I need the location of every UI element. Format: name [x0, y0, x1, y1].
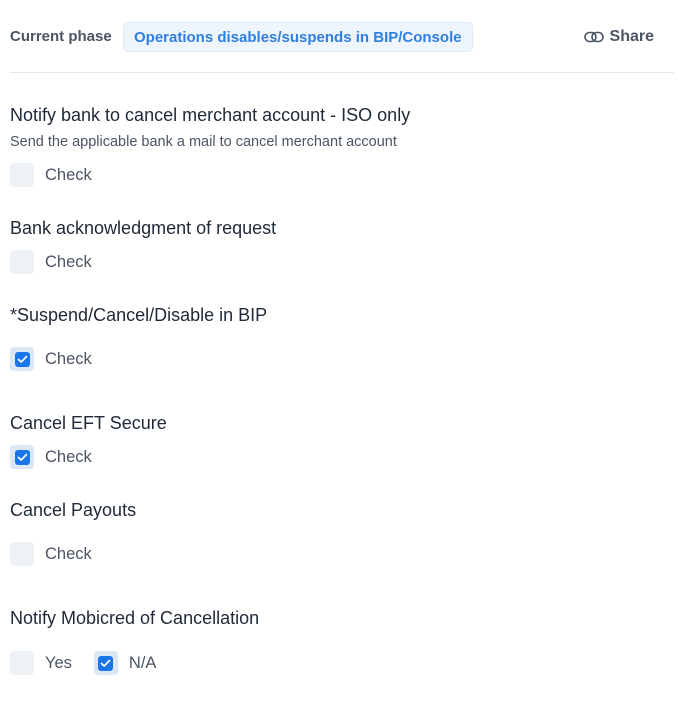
- checkbox-checked-icon[interactable]: [10, 445, 34, 469]
- options-row: Check: [10, 542, 114, 566]
- task-title: *Suspend/Cancel/Disable in BIP: [10, 305, 268, 325]
- options-row: Check: [10, 163, 114, 187]
- checkbox-icon[interactable]: [10, 163, 34, 187]
- task-cancel-payouts: Cancel Payouts Check: [10, 499, 660, 566]
- radio-option-na[interactable]: N/A: [93, 651, 157, 675]
- task-title: Bank acknowledgment of request: [10, 218, 277, 238]
- checkbox-label: Check: [45, 447, 92, 466]
- task-title: Cancel Payouts: [10, 500, 137, 520]
- checkbox-option[interactable]: Check: [10, 347, 92, 371]
- checkbox-checked-icon[interactable]: [10, 347, 34, 371]
- checkmark-icon: [98, 655, 114, 671]
- header-divider: [10, 72, 674, 73]
- link-icon: [583, 31, 604, 43]
- checkbox-icon[interactable]: [10, 542, 34, 566]
- options-row: Check: [10, 347, 114, 371]
- option-label: Yes: [45, 653, 72, 672]
- task-title: Notify Mobicred of Cancellation: [10, 608, 260, 628]
- share-button[interactable]: Share: [583, 26, 654, 48]
- checkbox-icon[interactable]: [10, 651, 34, 675]
- checkbox-option[interactable]: Check: [10, 445, 92, 469]
- current-phase-label: Current phase: [10, 28, 112, 45]
- checkbox-option[interactable]: Check: [10, 542, 92, 566]
- checkmark-icon: [14, 351, 30, 367]
- options-row: Yes N/A: [10, 651, 178, 675]
- checkbox-label: Check: [45, 165, 92, 184]
- task-description: Send the applicable bank a mail to cance…: [10, 134, 397, 150]
- option-label: N/A: [128, 653, 157, 672]
- radio-option-yes[interactable]: Yes: [10, 651, 72, 675]
- checkbox-checked-icon[interactable]: [93, 651, 118, 675]
- task-notify-bank: Notify bank to cancel merchant account -…: [10, 104, 660, 187]
- share-label: Share: [609, 28, 654, 45]
- task-bank-acknowledgment: Bank acknowledgment of request Check: [10, 217, 660, 274]
- checkbox-label: Check: [45, 252, 92, 271]
- task-cancel-eft-secure: Cancel EFT Secure Check: [10, 412, 660, 469]
- task-notify-mobicred: Notify Mobicred of Cancellation Yes N/A: [10, 607, 660, 675]
- options-row: Check: [10, 250, 114, 274]
- task-title: Cancel EFT Secure: [10, 413, 167, 433]
- checkbox-icon[interactable]: [10, 250, 34, 274]
- checkbox-option[interactable]: Check: [10, 250, 92, 274]
- checkbox-option[interactable]: Check: [10, 163, 92, 187]
- checkbox-label: Check: [45, 544, 92, 563]
- options-row: Check: [10, 445, 114, 469]
- checkmark-icon: [14, 449, 30, 465]
- current-phase-badge[interactable]: Operations disables/suspends in BIP/Cons…: [123, 22, 473, 52]
- task-title: Notify bank to cancel merchant account -…: [10, 105, 411, 125]
- task-suspend-cancel-disable: *Suspend/Cancel/Disable in BIP Check: [10, 304, 660, 371]
- checkbox-label: Check: [45, 349, 92, 368]
- phase-header: Current phase Operations disables/suspen…: [10, 22, 674, 52]
